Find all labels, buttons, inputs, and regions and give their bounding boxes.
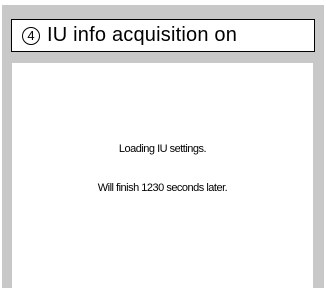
remaining-time-message: Will finish 1230 seconds later. (97, 182, 228, 194)
dialog-frame: 4 IU info acquisition on Loading IU sett… (2, 5, 324, 292)
loading-message: Loading IU settings. (118, 143, 207, 155)
content-panel: Loading IU settings. Will finish 1230 se… (12, 63, 313, 292)
step-number-badge: 4 (22, 26, 40, 45)
dialog-title: IU info acquisition on (47, 24, 238, 46)
title-bar: 4 IU info acquisition on (11, 19, 315, 52)
